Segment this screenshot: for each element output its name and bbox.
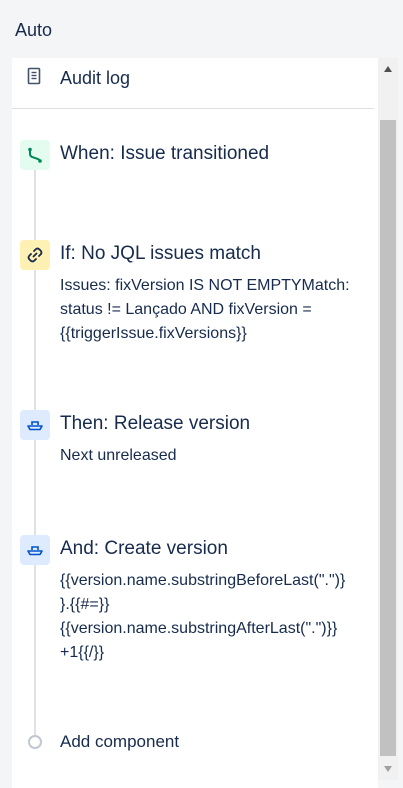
triangle-down-icon[interactable]: [378, 762, 398, 776]
add-circle-icon: [28, 735, 42, 749]
step-title: If: No JQL issues match: [60, 243, 261, 264]
step-details: {{version.name.substringBeforeLast(".")}…: [60, 569, 370, 665]
triangle-up-icon[interactable]: [378, 62, 398, 76]
document-icon: [27, 67, 41, 85]
audit-log-link[interactable]: Audit log: [12, 58, 378, 108]
detail-line: Issues: fixVersion IS NOT EMPTYMatch:: [60, 277, 350, 294]
add-component-button[interactable]: Add component: [12, 730, 378, 760]
step-title: Then: Release version: [60, 413, 251, 434]
page-title: Auto: [15, 20, 53, 40]
rule-panel: Audit log When: Issue transitioned If: N…: [12, 58, 378, 788]
audit-log-label: Audit log: [60, 68, 131, 88]
detail-line: Next unreleased: [60, 447, 177, 464]
header: Auto: [0, 0, 403, 58]
add-component-label: Add component: [60, 732, 180, 751]
link-icon: [20, 240, 50, 270]
detail-line: {{version.name.substringBeforeLast(".")}: [60, 572, 346, 589]
step-title: And: Create version: [60, 538, 228, 559]
detail-line: }.{{#=}}: [60, 596, 110, 613]
ship-icon: [20, 535, 50, 565]
detail-line: {{triggerIssue.fixVersions}}: [60, 325, 247, 342]
detail-line: +1{{/}}: [60, 644, 105, 661]
ship-icon: [20, 410, 50, 440]
vertical-scrollbar[interactable]: [378, 58, 398, 780]
scrollbar-thumb[interactable]: [380, 120, 396, 756]
divider: [12, 108, 374, 109]
step-details: Next unreleased: [60, 444, 370, 468]
detail-line: {{version.name.substringAfterLast(".")}}: [60, 620, 338, 637]
step-title: When: Issue transitioned: [60, 143, 270, 164]
detail-line: status != Lançado AND fixVersion =: [60, 301, 312, 318]
step-details: Issues: fixVersion IS NOT EMPTYMatch: st…: [60, 274, 370, 346]
branch-icon: [20, 140, 50, 170]
